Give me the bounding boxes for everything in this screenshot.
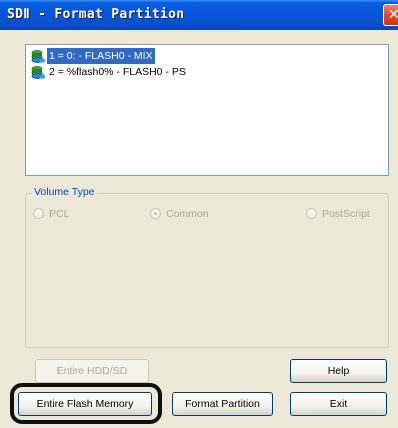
partition-list[interactable]: 1 = 0: - FLASH0 - MIX 2 = %flash0% - FLA… [25, 44, 389, 176]
volume-type-label: Volume Type [32, 186, 97, 198]
radio-circle [33, 208, 44, 219]
help-button[interactable]: Help [290, 359, 387, 383]
window-title: SDⅡ - Format Partition [7, 7, 185, 22]
partition-item-label: 2 = %flash0% - FLASH0 - PS [49, 66, 186, 78]
radio-dot [154, 212, 157, 215]
radio-circle [150, 208, 161, 219]
exit-button[interactable]: Exit [290, 392, 387, 416]
radio-postscript-label: PostScript [322, 208, 370, 220]
close-icon: ✕ [388, 7, 398, 23]
close-button[interactable]: ✕ [383, 4, 398, 26]
radio-common-label: Common [166, 208, 209, 220]
drive-icon [31, 50, 45, 63]
callout-highlight [10, 383, 162, 424]
drive-icon [31, 66, 45, 79]
format-partition-button[interactable]: Format Partition [172, 392, 273, 416]
radio-circle [306, 208, 317, 219]
partition-item-label: 1 = 0: - FLASH0 - MIX [47, 48, 155, 64]
entire-hdd-button[interactable]: Entire HDD/SD [35, 359, 149, 383]
format-partition-dialog: SDⅡ - Format Partition ✕ 1 = 0: - FLASH0… [0, 0, 398, 428]
radio-pcl-label: PCL [49, 208, 70, 220]
title-bar[interactable]: SDⅡ - Format Partition ✕ [0, 0, 398, 30]
